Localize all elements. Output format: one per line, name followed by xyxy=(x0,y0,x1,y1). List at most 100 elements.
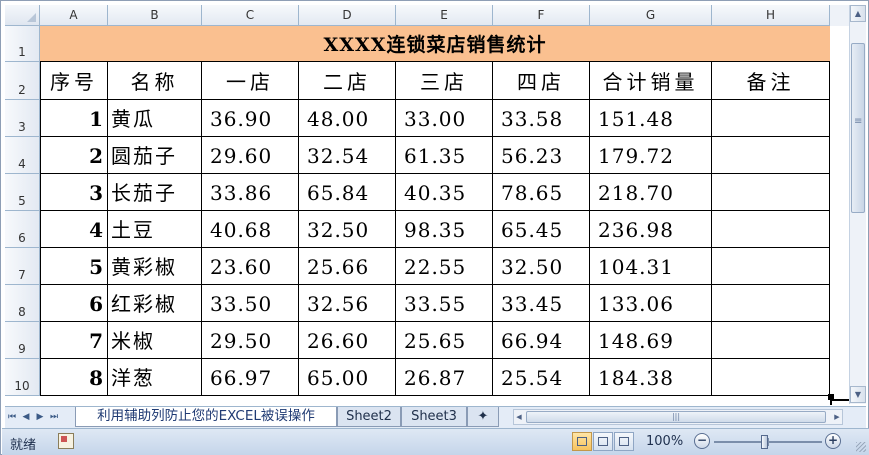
cell-store1[interactable]: 33.86 xyxy=(202,174,299,211)
cell-total[interactable]: 184.38 xyxy=(590,359,712,396)
cell-total[interactable]: 236.98 xyxy=(590,211,712,248)
row-header-6[interactable]: 6 xyxy=(5,211,40,248)
cell-store4[interactable]: 78.65 xyxy=(493,174,590,211)
cell-seq[interactable]: 5 xyxy=(40,248,108,285)
column-header-g[interactable]: G xyxy=(590,5,712,26)
scroll-right-icon[interactable]: ▶ xyxy=(832,410,842,424)
last-sheet-icon[interactable]: ⏭ xyxy=(49,410,59,424)
split-box[interactable] xyxy=(830,5,849,26)
normal-view-button[interactable] xyxy=(572,432,592,451)
header-cell-total[interactable]: 合计销量 xyxy=(590,62,712,100)
cell-seq[interactable]: 7 xyxy=(40,322,108,359)
select-all-corner[interactable] xyxy=(5,5,40,26)
cell-store4[interactable]: 33.45 xyxy=(493,285,590,322)
vertical-scroll-thumb[interactable] xyxy=(851,43,865,213)
cell-store3[interactable]: 33.00 xyxy=(396,100,493,137)
column-header-f[interactable]: F xyxy=(493,5,590,26)
sheet-title-cell[interactable]: XXXX连锁菜店销售统计 xyxy=(40,26,830,62)
cell-name[interactable]: 米椒 xyxy=(108,322,202,359)
vertical-scrollbar[interactable]: ▲ ▼ xyxy=(849,5,866,404)
header-cell-store4[interactable]: 四店 xyxy=(493,62,590,100)
next-sheet-icon[interactable]: ▶ xyxy=(35,410,45,424)
header-cell-name[interactable]: 名称 xyxy=(108,62,202,100)
cell-note[interactable] xyxy=(712,248,830,285)
first-sheet-icon[interactable]: ⏮ xyxy=(7,410,17,424)
row-header-1[interactable]: 1 xyxy=(5,26,40,62)
sheet-tab-1[interactable]: 利用辅助列防止您的EXCEL被误操作 xyxy=(75,407,337,427)
cell-store1[interactable]: 40.68 xyxy=(202,211,299,248)
resize-grip[interactable] xyxy=(856,442,866,452)
cell-seq[interactable]: 3 xyxy=(40,174,108,211)
column-header-b[interactable]: B xyxy=(108,5,202,26)
page-layout-view-button[interactable] xyxy=(593,432,613,451)
cell-name[interactable]: 红彩椒 xyxy=(108,285,202,322)
header-cell-store1[interactable]: 一店 xyxy=(202,62,299,100)
cell-total[interactable]: 179.72 xyxy=(590,137,712,174)
cell-store3[interactable]: 25.65 xyxy=(396,322,493,359)
cell-store3[interactable]: 33.55 xyxy=(396,285,493,322)
column-header-e[interactable]: E xyxy=(396,5,493,26)
zoom-in-icon[interactable]: + xyxy=(825,433,841,449)
cell-store4[interactable]: 56.23 xyxy=(493,137,590,174)
cell-store4[interactable]: 32.50 xyxy=(493,248,590,285)
cell-seq[interactable]: 1 xyxy=(40,100,108,137)
scroll-down-icon[interactable]: ▼ xyxy=(850,386,866,403)
row-header-3[interactable]: 3 xyxy=(5,100,40,137)
zoom-out-icon[interactable]: − xyxy=(694,433,710,449)
horizontal-scrollbar[interactable]: ◀ ||| ▶ xyxy=(513,409,843,425)
cell-store3[interactable]: 61.35 xyxy=(396,137,493,174)
cell-store3[interactable]: 98.35 xyxy=(396,211,493,248)
column-header-h[interactable]: H xyxy=(712,5,830,26)
scroll-up-icon[interactable]: ▲ xyxy=(850,5,866,22)
column-header-d[interactable]: D xyxy=(299,5,396,26)
zoom-slider-thumb[interactable] xyxy=(761,435,768,449)
cell-store2[interactable]: 65.00 xyxy=(299,359,396,396)
cell-store2[interactable]: 26.60 xyxy=(299,322,396,359)
cell-total[interactable]: 151.48 xyxy=(590,100,712,137)
sheet-tab-2[interactable]: Sheet2 xyxy=(337,407,401,427)
cell-note[interactable] xyxy=(712,285,830,322)
cell-seq[interactable]: 2 xyxy=(40,137,108,174)
cell-store1[interactable]: 23.60 xyxy=(202,248,299,285)
column-header-a[interactable]: A xyxy=(40,5,108,26)
cell-name[interactable]: 长茄子 xyxy=(108,174,202,211)
cell-store2[interactable]: 32.56 xyxy=(299,285,396,322)
cell-seq[interactable]: 8 xyxy=(40,359,108,396)
row-header-10[interactable]: 10 xyxy=(5,359,40,396)
cell-seq[interactable]: 6 xyxy=(40,285,108,322)
cell-store2[interactable]: 48.00 xyxy=(299,100,396,137)
cell-store2[interactable]: 25.66 xyxy=(299,248,396,285)
row-header-4[interactable]: 4 xyxy=(5,137,40,174)
cell-store4[interactable]: 66.94 xyxy=(493,322,590,359)
header-cell-store3[interactable]: 三店 xyxy=(396,62,493,100)
cell-store2[interactable]: 32.54 xyxy=(299,137,396,174)
header-cell-seq[interactable]: 序号 xyxy=(40,62,108,100)
cell-store1[interactable]: 36.90 xyxy=(202,100,299,137)
cell-seq[interactable]: 4 xyxy=(40,211,108,248)
cell-store4[interactable]: 25.54 xyxy=(493,359,590,396)
cell-total[interactable]: 133.06 xyxy=(590,285,712,322)
row-header-9[interactable]: 9 xyxy=(5,322,40,359)
cell-name[interactable]: 土豆 xyxy=(108,211,202,248)
cell-total[interactable]: 148.69 xyxy=(590,322,712,359)
cell-store3[interactable]: 40.35 xyxy=(396,174,493,211)
insert-sheet-button[interactable]: ✦ xyxy=(467,407,499,427)
cell-store3[interactable]: 26.87 xyxy=(396,359,493,396)
cell-name[interactable]: 洋葱 xyxy=(108,359,202,396)
cell-store1[interactable]: 29.60 xyxy=(202,137,299,174)
cell-note[interactable] xyxy=(712,137,830,174)
cell-store2[interactable]: 32.50 xyxy=(299,211,396,248)
cell-name[interactable]: 黄彩椒 xyxy=(108,248,202,285)
cell-note[interactable] xyxy=(712,100,830,137)
zoom-level[interactable]: 100% xyxy=(646,434,683,449)
cell-store2[interactable]: 65.84 xyxy=(299,174,396,211)
horizontal-scroll-thumb[interactable]: ||| xyxy=(526,411,826,423)
row-header-2[interactable]: 2 xyxy=(5,62,40,100)
row-header-8[interactable]: 8 xyxy=(5,285,40,322)
column-header-c[interactable]: C xyxy=(202,5,299,26)
prev-sheet-icon[interactable]: ◀ xyxy=(21,410,31,424)
header-cell-note[interactable]: 备注 xyxy=(712,62,830,100)
cell-note[interactable] xyxy=(712,359,830,396)
cell-note[interactable] xyxy=(712,322,830,359)
cell-store1[interactable]: 33.50 xyxy=(202,285,299,322)
